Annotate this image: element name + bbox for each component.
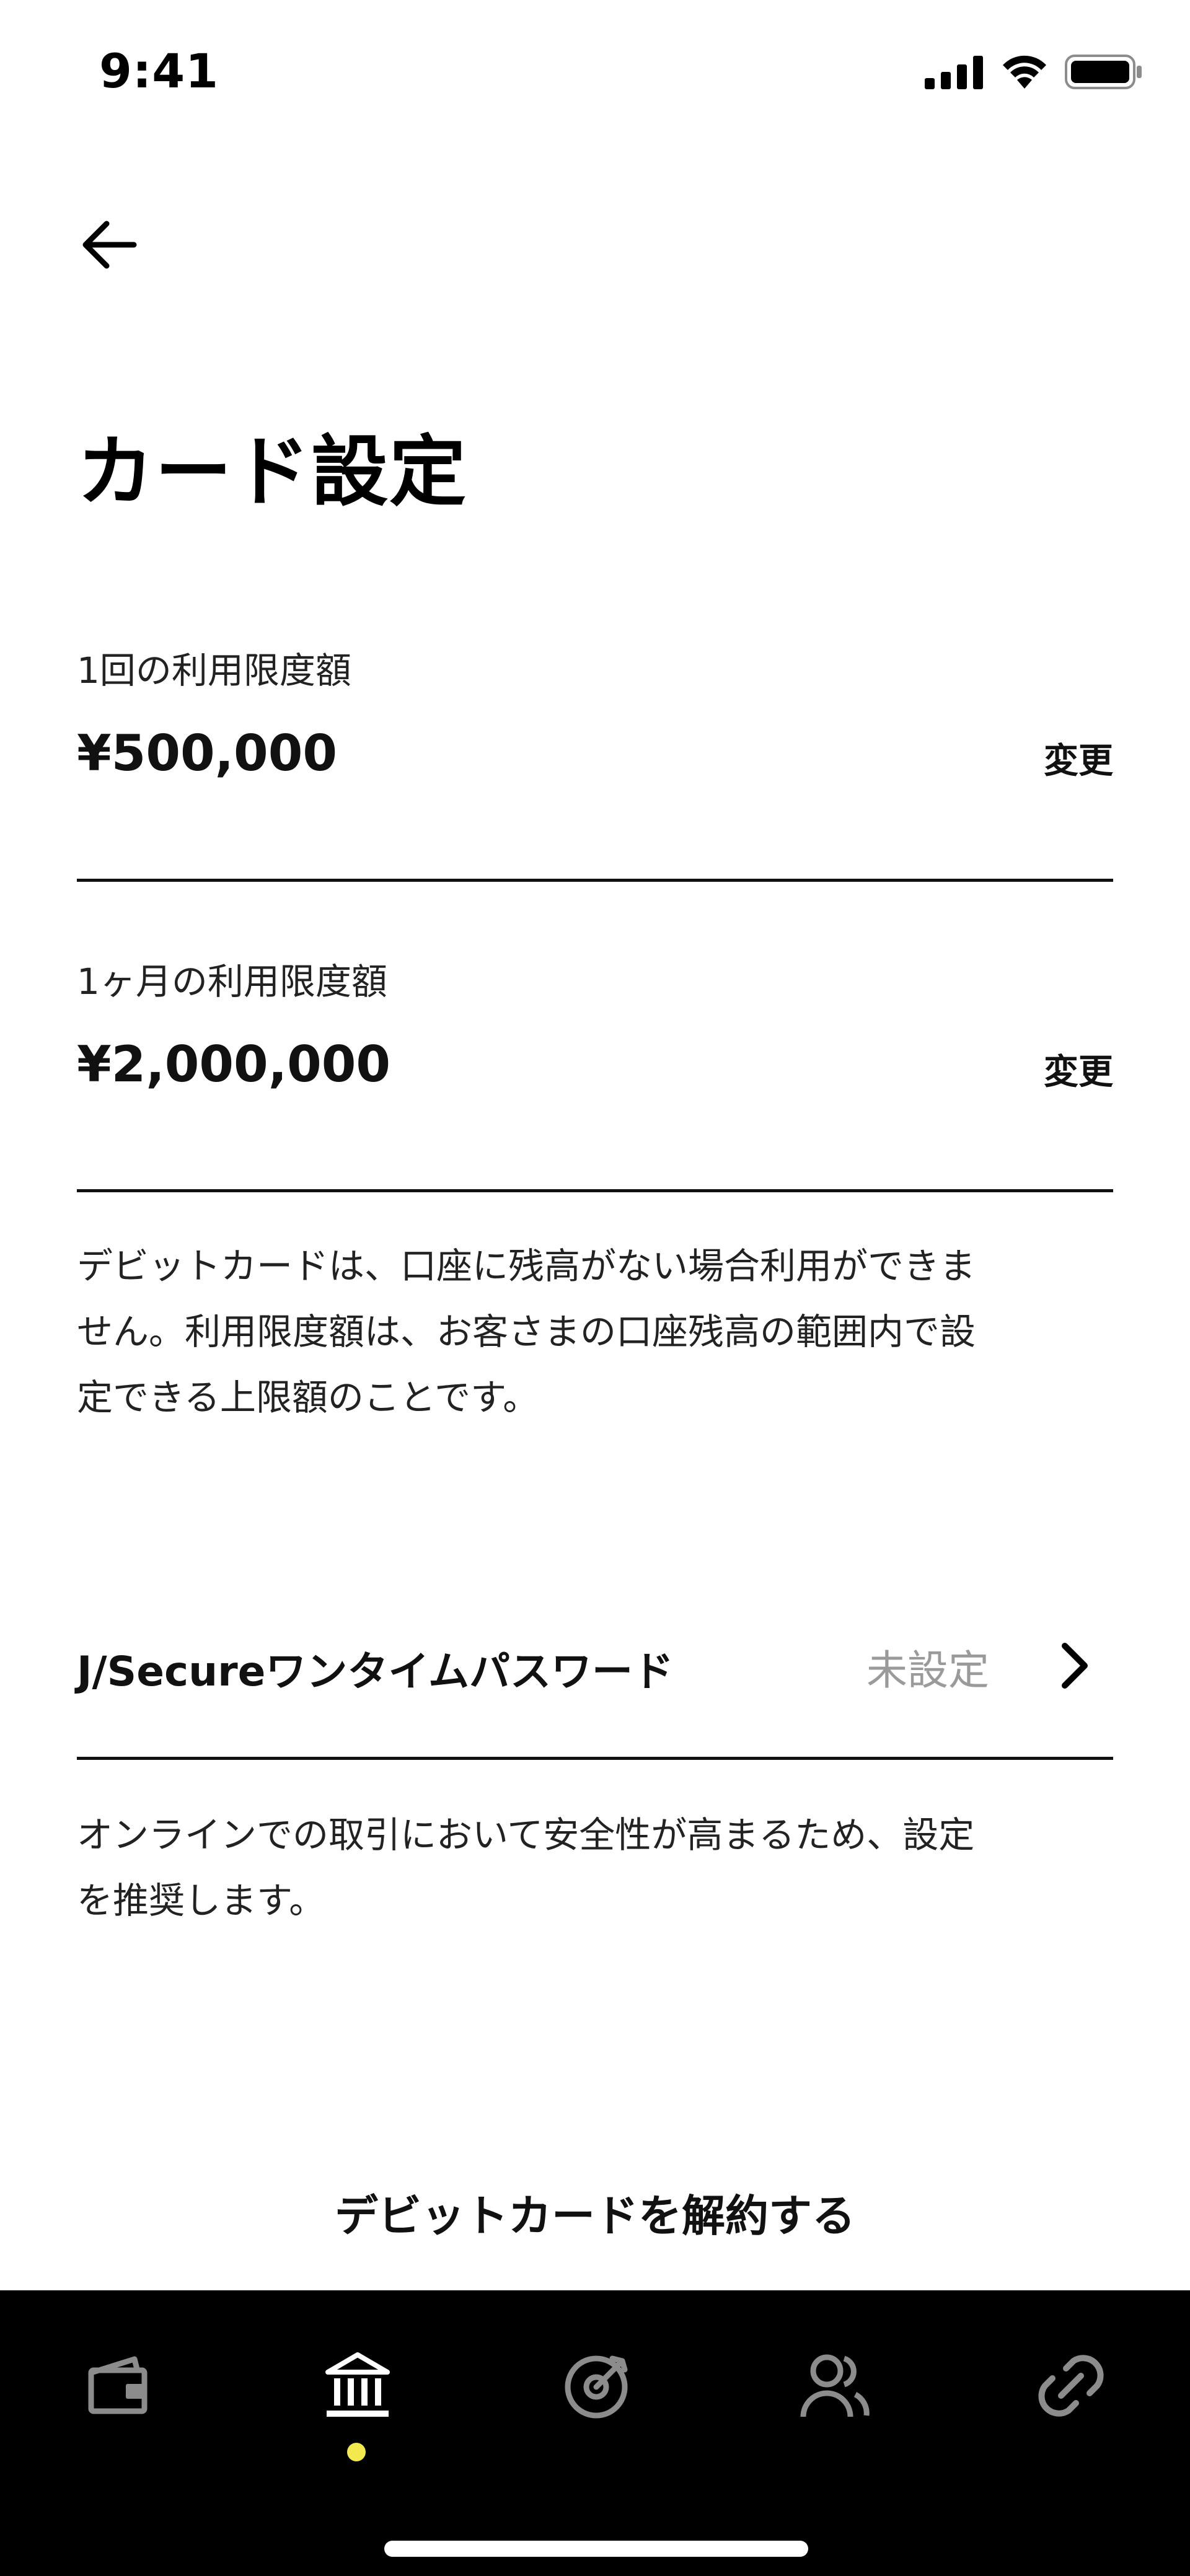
per-use-limit-label: 1回の利用限度額: [77, 649, 351, 692]
tab-bar: [0, 2290, 1190, 2576]
tab-wallet[interactable]: [76, 2342, 162, 2429]
per-use-limit-value: ¥500,000: [77, 724, 338, 782]
monthly-limit-value: ¥2,000,000: [77, 1035, 391, 1093]
status-bar: 9:41: [0, 0, 1190, 149]
back-button[interactable]: [79, 204, 160, 285]
j-secure-row[interactable]: J/Secureワンタイムパスワード 未設定: [77, 1617, 1113, 1710]
limits-notice-line: せん。利用限度額は、お客さまの口座残高の範囲内で設: [77, 1311, 976, 1353]
bank-icon: [325, 2352, 390, 2417]
status-icons: [925, 53, 1143, 90]
home-indicator: [384, 2541, 808, 2557]
j-secure-label: J/Secureワンタイムパスワード: [77, 1648, 674, 1695]
j-secure-notice-line: を推奨します。: [77, 1879, 325, 1922]
limits-notice-line: 定できる上限額のことです。: [77, 1376, 539, 1418]
cancel-debit-card-button[interactable]: デビットカードを解約する: [0, 2181, 1190, 2244]
monthly-limit-row: 1ヶ月の利用限度額 ¥2,000,000 変更: [77, 952, 1113, 1110]
divider: [77, 879, 1113, 882]
link-icon: [1038, 2355, 1104, 2417]
limits-notice: デビットカードは、口座に残高がない場合利用ができま せん。利用限度額は、お客さま…: [77, 1233, 1113, 1430]
tab-target[interactable]: [553, 2342, 640, 2429]
limits-notice-line: デビットカードは、口座に残高がない場合利用ができま: [77, 1245, 976, 1287]
battery-icon: [1065, 55, 1142, 89]
status-time: 9:41: [99, 43, 219, 99]
monthly-limit-label: 1ヶ月の利用限度額: [77, 961, 387, 1003]
cellular-signal-icon: [925, 56, 983, 89]
page-title: カード設定: [77, 428, 468, 517]
per-use-limit-change-button[interactable]: 変更: [1044, 733, 1113, 783]
divider: [77, 1189, 1113, 1192]
tab-bank[interactable]: [314, 2342, 401, 2429]
j-secure-notice: オンラインでの取引において安全性が高まるため、設定 を推奨します。: [77, 1802, 1113, 1933]
active-tab-indicator: [347, 2443, 366, 2461]
target-icon: [565, 2355, 628, 2419]
wallet-icon: [88, 2356, 148, 2414]
chevron-right-icon: [1062, 1643, 1088, 1689]
people-icon: [800, 2354, 870, 2417]
tab-link[interactable]: [1028, 2342, 1114, 2429]
per-use-limit-row: 1回の利用限度額 ¥500,000 変更: [77, 641, 1113, 799]
arrow-left-icon: [82, 221, 137, 269]
wifi-icon: [1003, 55, 1046, 89]
tab-people[interactable]: [791, 2342, 878, 2429]
divider: [77, 1757, 1113, 1760]
monthly-limit-change-button[interactable]: 変更: [1044, 1044, 1113, 1094]
j-secure-status: 未設定: [866, 1646, 989, 1694]
j-secure-notice-line: オンラインでの取引において安全性が高まるため、設定: [77, 1814, 975, 1856]
